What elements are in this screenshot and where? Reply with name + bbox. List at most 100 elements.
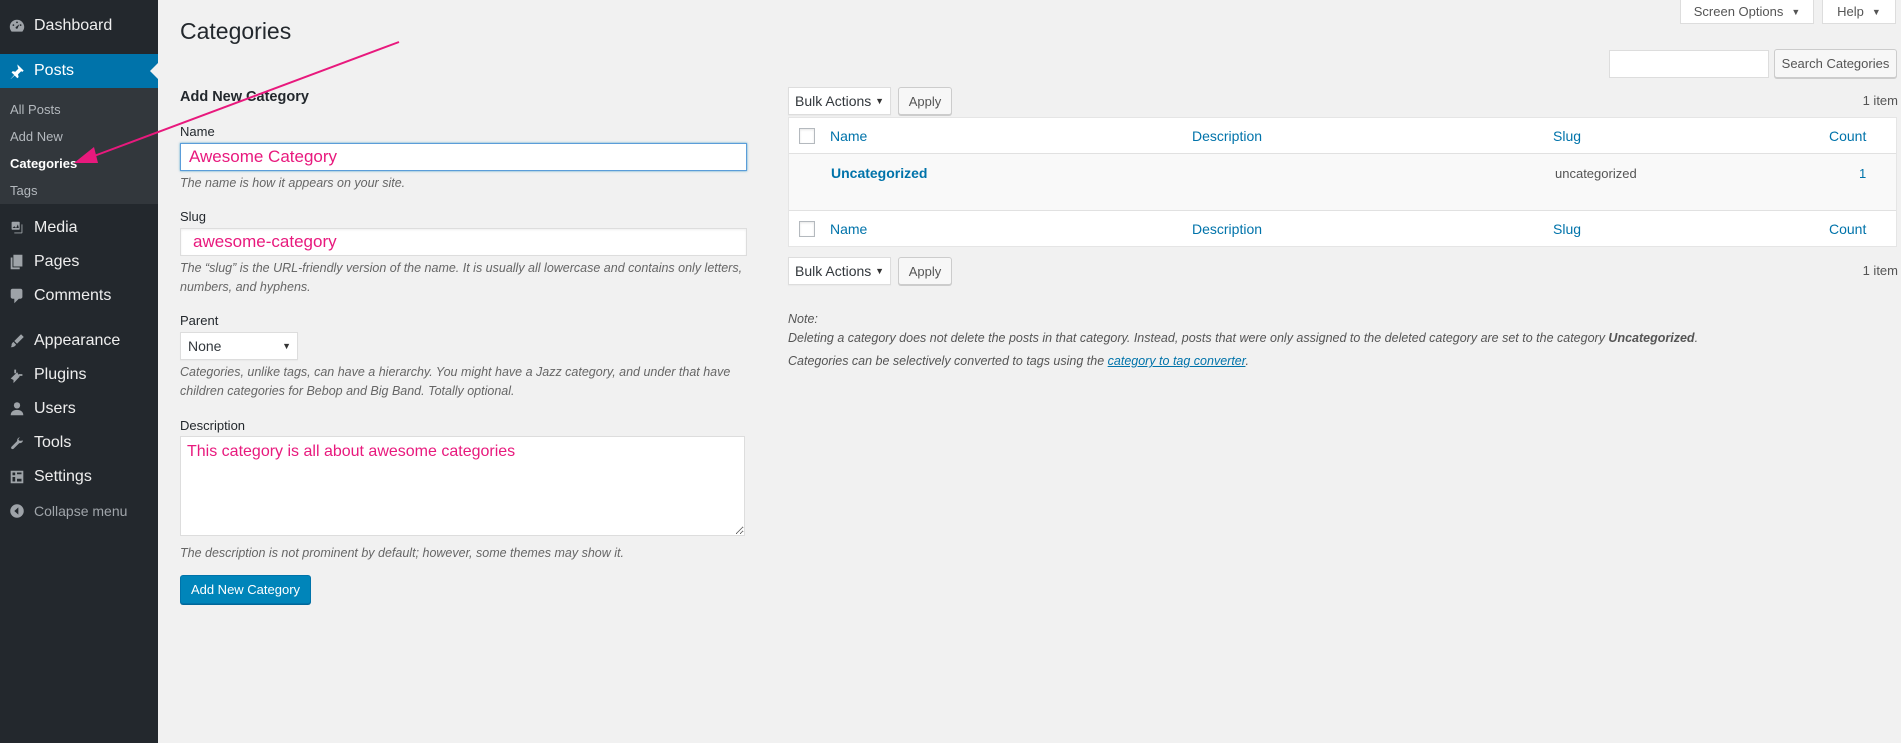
submenu-categories[interactable]: Categories [10, 156, 77, 171]
note-line-2: Categories can be selectively converted … [788, 354, 1249, 368]
name-field[interactable]: Awesome Category [180, 143, 747, 171]
parent-label: Parent [180, 313, 219, 328]
wrench-icon [0, 426, 34, 460]
menu-media-label: Media [34, 219, 78, 236]
users-icon [0, 392, 34, 426]
description-label: Description [180, 418, 246, 433]
help-button[interactable]: Help ▼ [1822, 0, 1896, 24]
select-arrow-icon: ▼ [282, 341, 291, 351]
select-arrow-icon: ▼ [875, 96, 884, 106]
pages-icon [0, 245, 34, 279]
menu-media[interactable]: Media [0, 211, 158, 245]
select-all-checkbox[interactable] [799, 128, 815, 144]
caret-down-icon: ▼ [1791, 6, 1801, 17]
collapse-menu-label: Collapse menu [34, 503, 128, 519]
column-slug[interactable]: Slug [1553, 128, 1581, 144]
parent-select-value: None [188, 338, 222, 354]
apply-button-top[interactable]: Apply [898, 87, 952, 115]
posts-submenu: All Posts Add New Categories Tags [0, 88, 158, 204]
note-line-2-end: . [1245, 354, 1249, 368]
menu-plugins-label: Plugins [34, 366, 87, 383]
bulk-actions-select-top[interactable]: Bulk Actions ▼ [788, 87, 891, 115]
note-line-2-text: Categories can be selectively converted … [788, 354, 1108, 368]
media-icon [0, 211, 34, 245]
column-name[interactable]: Name [830, 128, 867, 144]
column-count[interactable]: Count [1829, 128, 1866, 144]
categories-table: Name Description Slug Count Uncategorize… [788, 117, 1897, 247]
menu-dashboard-label: Dashboard [34, 17, 113, 34]
menu-pages[interactable]: Pages [0, 245, 158, 279]
column-slug-footer[interactable]: Slug [1553, 221, 1581, 237]
plugins-icon [0, 358, 34, 392]
item-count-top: 1 item [1862, 93, 1898, 108]
name-description: The name is how it appears on your site. [180, 176, 406, 190]
note-title: Note: [788, 312, 818, 326]
menu-appearance-label: Appearance [34, 332, 121, 349]
collapse-icon [0, 494, 34, 528]
description-textarea[interactable]: This category is all about awesome categ… [180, 436, 745, 536]
table-header-row: Name Description Slug Count [789, 118, 1896, 154]
add-new-category-button[interactable]: Add New Category [180, 575, 311, 604]
dashboard-icon [0, 9, 34, 43]
comments-icon [0, 279, 34, 313]
table-footer-row: Name Description Slug Count [789, 211, 1896, 247]
menu-pages-label: Pages [34, 253, 80, 270]
slug-field[interactable]: awesome-category [180, 228, 747, 256]
paintbrush-icon [0, 324, 34, 358]
menu-users-label: Users [34, 400, 76, 417]
note-line-1-end: . [1694, 331, 1699, 345]
menu-tools-label: Tools [34, 434, 72, 451]
name-label: Name [180, 124, 215, 139]
slug-description: The “slug” is the URL-friendly version o… [180, 261, 743, 294]
menu-appearance[interactable]: Appearance [0, 324, 158, 358]
search-categories-input[interactable] [1609, 50, 1769, 78]
search-categories-button[interactable]: Search Categories [1774, 49, 1897, 78]
parent-description: Categories, unlike tags, can have a hier… [180, 365, 731, 398]
submenu-add-new[interactable]: Add New [10, 129, 63, 144]
description-help: The description is not prominent by defa… [180, 546, 624, 560]
name-field-value: Awesome Category [189, 147, 338, 166]
column-name-footer[interactable]: Name [830, 221, 867, 237]
settings-icon [0, 460, 34, 494]
category-count-link[interactable]: 1 [1859, 166, 1866, 181]
screen-options-label: Screen Options [1693, 4, 1784, 19]
menu-comments-label: Comments [34, 287, 112, 304]
select-arrow-icon: ▼ [875, 266, 884, 276]
menu-posts-label: Posts [34, 62, 75, 79]
category-slug: uncategorized [1555, 166, 1637, 181]
help-label: Help [1837, 4, 1864, 19]
column-description[interactable]: Description [1192, 128, 1262, 144]
note-line-1-text: Deleting a category does not delete the … [788, 331, 1609, 345]
submenu-all-posts[interactable]: All Posts [10, 102, 61, 117]
menu-tools[interactable]: Tools [0, 426, 158, 460]
menu-posts[interactable]: Posts [0, 54, 158, 88]
column-description-footer[interactable]: Description [1192, 221, 1262, 237]
item-count-bottom: 1 item [1862, 263, 1898, 278]
category-name-link[interactable]: Uncategorized [831, 165, 927, 181]
note-uncategorized: Uncategorized [1608, 331, 1695, 345]
caret-down-icon: ▼ [1871, 6, 1881, 17]
slug-field-value: awesome-category [193, 232, 337, 251]
collapse-menu-button[interactable]: Collapse menu [0, 494, 158, 528]
submenu-tags[interactable]: Tags [10, 183, 37, 198]
menu-settings-label: Settings [34, 468, 92, 485]
select-all-checkbox-footer[interactable] [799, 221, 815, 237]
menu-users[interactable]: Users [0, 392, 158, 426]
menu-settings[interactable]: Settings [0, 460, 158, 494]
page-title: Categories [180, 18, 292, 44]
bulk-actions-select-bottom[interactable]: Bulk Actions ▼ [788, 257, 891, 285]
menu-plugins[interactable]: Plugins [0, 358, 158, 392]
admin-sidebar: Dashboard Posts All Posts Add New Catego… [0, 0, 158, 743]
bulk-actions-label: Bulk Actions [795, 263, 872, 279]
menu-dashboard[interactable]: Dashboard [0, 9, 158, 43]
parent-select[interactable]: None ▼ [180, 332, 298, 360]
add-new-category-heading: Add New Category [180, 89, 309, 105]
pushpin-icon [0, 54, 34, 88]
table-row: Uncategorized uncategorized 1 [789, 154, 1896, 211]
slug-label: Slug [180, 209, 207, 224]
category-to-tag-converter-link[interactable]: category to tag converter [1108, 354, 1246, 368]
column-count-footer[interactable]: Count [1829, 221, 1866, 237]
screen-options-button[interactable]: Screen Options ▼ [1680, 0, 1814, 24]
apply-button-bottom[interactable]: Apply [898, 257, 952, 285]
menu-comments[interactable]: Comments [0, 279, 158, 313]
